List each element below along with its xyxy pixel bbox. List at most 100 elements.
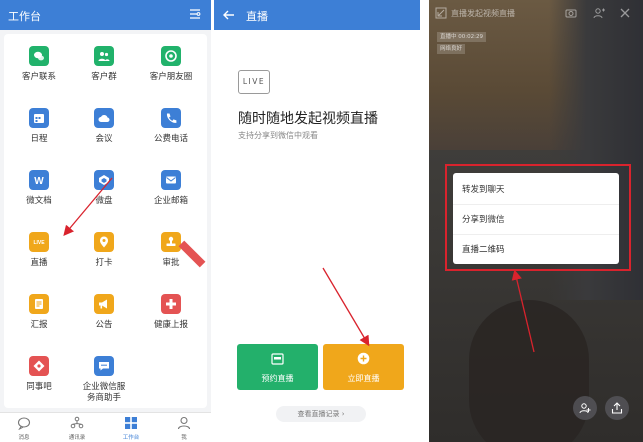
document-icon: W: [29, 170, 49, 190]
live-viewer-screen: 直播发起视频直播 直播中 00:02:29 网络良好 转发到聊天 分享到微信 直…: [429, 0, 643, 442]
workbench-header: 工作台: [0, 0, 211, 30]
live-logo: LIVE: [238, 70, 270, 94]
bottom-tab-bar: 消息 通讯录 工作台 我: [0, 412, 211, 442]
calendar-live-icon: [271, 353, 284, 365]
mail-icon: [161, 170, 181, 190]
workbench-screen: 工作台 客户联系 客户群 客户朋友圈日程 会议 公费电话 W 微文档 微盘 企业邮箱 LIVE 直播…: [0, 0, 211, 442]
app-label: 汇报: [30, 320, 48, 330]
invite-button[interactable]: [573, 396, 597, 420]
live-subtitle: 支持分享到微信中观看: [238, 131, 318, 140]
phone-icon: [161, 108, 181, 128]
app-calendar[interactable]: 日程: [6, 100, 72, 156]
tab-workbench[interactable]: 工作台: [110, 415, 152, 442]
app-label: 公费电话: [153, 134, 188, 144]
tab-label: 通讯录: [68, 435, 86, 441]
app-wechat[interactable]: 客户联系: [6, 38, 72, 94]
app-moments[interactable]: 客户朋友圈: [138, 38, 204, 94]
plus-circle-icon: [357, 352, 370, 365]
app-document[interactable]: W 微文档: [6, 162, 72, 218]
filter-icon[interactable]: [189, 8, 201, 20]
app-cloud[interactable]: 会议: [71, 100, 137, 156]
cloud-icon: [94, 108, 114, 128]
live-records-link[interactable]: 查看直播记录 ›: [276, 406, 366, 422]
invite-icon: [579, 403, 591, 414]
app-diamond[interactable]: 同事吧: [6, 348, 72, 404]
app-label: 打卡: [95, 258, 113, 268]
app-label: 公告: [95, 320, 113, 330]
app-health[interactable]: 健康上报: [138, 286, 204, 342]
start-live-button[interactable]: 立即直播: [323, 344, 404, 390]
app-chat[interactable]: 企业微信服务商助手: [71, 348, 137, 404]
appointment-live-button[interactable]: 预约直播: [237, 344, 318, 390]
app-label: 直播: [30, 258, 48, 268]
tab-label: 工作台: [122, 435, 140, 441]
divider: [420, 0, 429, 442]
add-user-icon[interactable]: [593, 7, 605, 19]
share-menu: 转发到聊天 分享到微信 直播二维码: [453, 173, 619, 264]
svg-text:W: W: [34, 176, 44, 186]
app-label: 客户联系: [21, 72, 56, 82]
workbench-title: 工作台: [8, 10, 41, 23]
app-location[interactable]: 打卡: [71, 224, 137, 280]
tab-label: 我: [181, 435, 187, 441]
message-icon: [17, 417, 31, 430]
moments-icon: [161, 46, 181, 66]
live-heading: 随时随地发起视频直播: [238, 111, 378, 127]
tab-profile[interactable]: 我: [163, 415, 205, 442]
live-title: 直播: [246, 10, 268, 23]
report-icon: [29, 294, 49, 314]
app-label: 企业邮箱: [153, 196, 188, 206]
live-screen: 直播 LIVE 随时随地发起视频直播 支持分享到微信中观看 预约直播 立即直播 …: [214, 0, 420, 442]
app-drive[interactable]: 微盘: [71, 162, 137, 218]
tab-contacts[interactable]: 通讯录: [56, 415, 98, 442]
diamond-icon: [29, 356, 49, 376]
app-label: 微盘: [95, 196, 113, 206]
menu-item-qrcode[interactable]: 直播二维码: [453, 236, 619, 265]
app-report[interactable]: 汇报: [6, 286, 72, 342]
app-label: 企业微信服务商助手: [82, 382, 126, 403]
viewer-title: 直播发起视频直播: [451, 9, 515, 18]
app-label: 日程: [30, 134, 48, 144]
tab-message[interactable]: 消息: [3, 415, 45, 442]
video-background: [469, 300, 589, 442]
app-live[interactable]: LIVE 直播: [6, 224, 72, 280]
app-mail[interactable]: 企业邮箱: [138, 162, 204, 218]
app-label: 会议: [95, 134, 113, 144]
people-icon: [94, 46, 114, 66]
tab-label: 消息: [18, 435, 30, 441]
profile-icon: [177, 416, 191, 430]
camera-icon[interactable]: [565, 7, 577, 19]
app-label: 同事吧: [26, 382, 52, 392]
menu-item-forward-chat[interactable]: 转发到聊天: [453, 176, 619, 205]
health-icon: [161, 294, 181, 314]
location-icon: [94, 232, 114, 252]
minimize-icon[interactable]: [435, 7, 447, 19]
megaphone-icon: [94, 294, 114, 314]
status-badge: 网络良好: [437, 44, 466, 54]
appointment-live-label: 预约直播: [261, 374, 294, 383]
app-megaphone[interactable]: 公告: [71, 286, 137, 342]
share-button[interactable]: [605, 396, 629, 420]
app-grid: 客户联系 客户群 客户朋友圈 日程 会议 公费电话 W 微文档 微盘 企业邮箱 LIVE 直播 打卡 审批…: [4, 34, 207, 408]
app-label: 健康上报: [153, 320, 188, 330]
svg-text:LIVE: LIVE: [33, 240, 45, 246]
app-label: 客户群: [91, 72, 117, 82]
app-phone[interactable]: 公费电话: [138, 100, 204, 156]
share-icon: [611, 402, 623, 414]
drive-icon: [94, 170, 114, 190]
workbench-icon: [125, 417, 137, 429]
wechat-icon: [29, 46, 49, 66]
close-icon[interactable]: [619, 7, 631, 19]
app-label: 客户朋友圈: [149, 72, 193, 82]
calendar-icon: [29, 108, 49, 128]
back-arrow-icon[interactable]: [222, 8, 236, 22]
chat-icon: [94, 356, 114, 376]
menu-item-share-wechat[interactable]: 分享到微信: [453, 206, 619, 235]
stamp-icon: [161, 232, 181, 252]
start-live-label: 立即直播: [347, 374, 380, 383]
live-header: 直播: [214, 0, 420, 30]
app-people[interactable]: 客户群: [71, 38, 137, 94]
status-badge: 直播中 00:02:29: [437, 32, 486, 42]
live-icon: LIVE: [29, 232, 49, 252]
contacts-icon: [70, 416, 84, 429]
